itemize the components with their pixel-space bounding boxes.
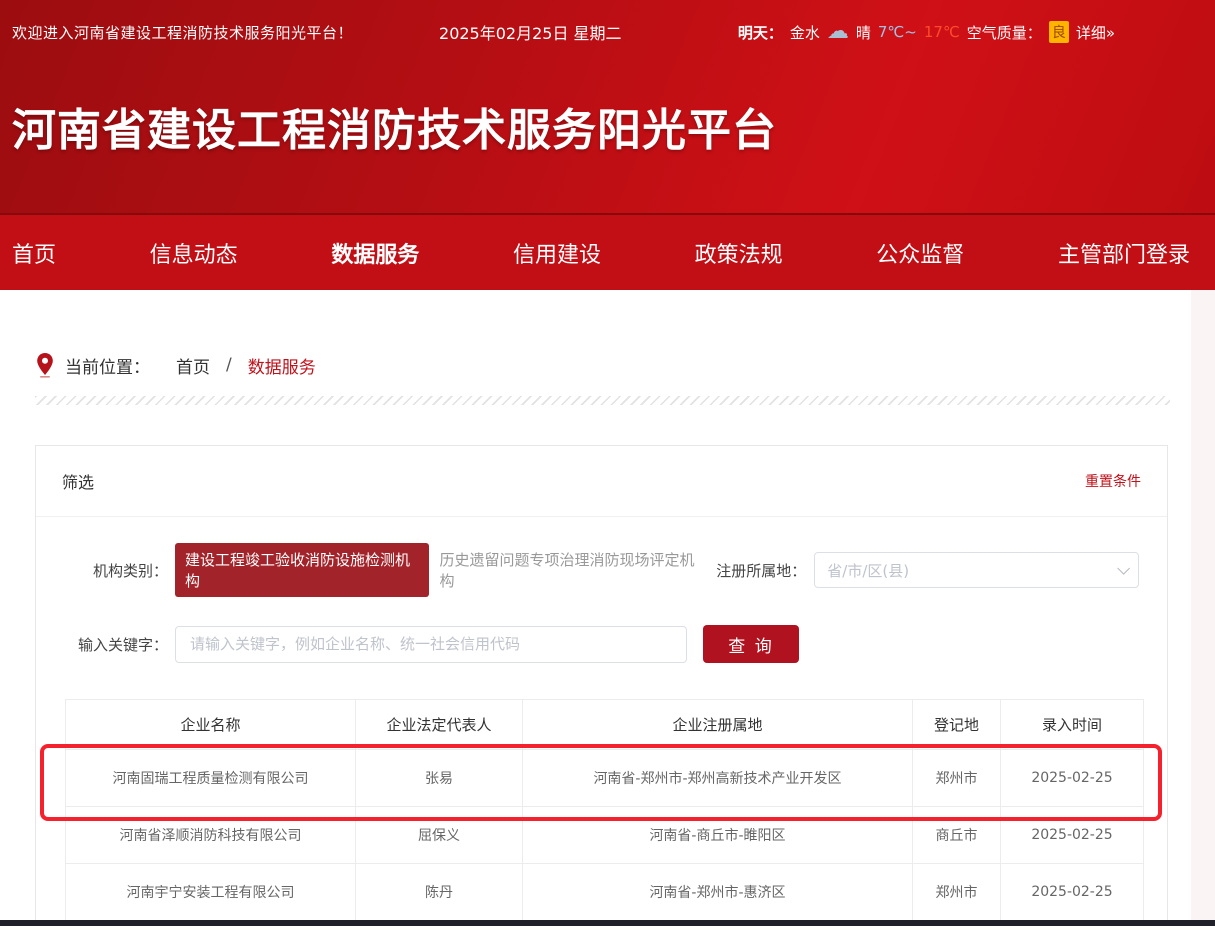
cell-entry-date: 2025-02-25 bbox=[1001, 864, 1144, 921]
cell-legal-rep: 张易 bbox=[356, 750, 523, 807]
air-quality-label: 空气质量： bbox=[967, 22, 1042, 43]
main-nav: 首页 信息动态 数据服务 信用建设 政策法规 公众监督 主管部门登录 bbox=[0, 213, 1215, 290]
nav-item-supervision[interactable]: 公众监督 bbox=[876, 237, 964, 269]
cell-entry-date: 2025-02-25 bbox=[1001, 807, 1144, 864]
weather-widget: 明天： 金水 ☁ 晴 7℃~ 17℃ 空气质量： 良 详细» bbox=[738, 21, 1115, 43]
air-quality-badge: 良 bbox=[1049, 21, 1069, 43]
weather-district: 金水 bbox=[790, 22, 820, 43]
column-header-company: 企业名称 bbox=[66, 700, 356, 750]
nav-item-news[interactable]: 信息动态 bbox=[150, 237, 238, 269]
temp-low: 7℃~ bbox=[878, 23, 917, 41]
table-row[interactable]: 河南省泽顺消防科技有限公司 屈保义 河南省-商丘市-睢阳区 商丘市 2025-0… bbox=[66, 807, 1144, 864]
bottom-edge-bar bbox=[0, 920, 1215, 926]
nav-item-home[interactable]: 首页 bbox=[12, 237, 56, 269]
cell-company: 河南宇宁安装工程有限公司 bbox=[66, 864, 356, 921]
region-select-placeholder: 省/市/区(县) bbox=[827, 560, 909, 581]
keyword-filter-row: 输入关键字： 查 询 bbox=[36, 625, 1167, 663]
location-pin-icon bbox=[35, 352, 55, 378]
main-content: 当前位置： 首页 / 数据服务 筛选 重置条件 机构类别： 建设工程竣工验收消防… bbox=[0, 290, 1215, 925]
breadcrumb: 当前位置： 首页 / 数据服务 bbox=[0, 290, 1215, 378]
cell-legal-rep: 陈丹 bbox=[356, 864, 523, 921]
table-row[interactable]: 河南固瑞工程质量检测有限公司 张易 河南省-郑州市-郑州高新技术产业开发区 郑州… bbox=[66, 750, 1144, 807]
cell-registered-location: 河南省-商丘市-睢阳区 bbox=[523, 807, 913, 864]
cell-company: 河南固瑞工程质量检测有限公司 bbox=[66, 750, 356, 807]
category-filter-row: 机构类别： 建设工程竣工验收消防设施检测机构 历史遗留问题专项治理消防现场评定机… bbox=[36, 543, 1167, 597]
cell-company: 河南省泽顺消防科技有限公司 bbox=[66, 807, 356, 864]
weather-detail-link[interactable]: 详细» bbox=[1076, 22, 1115, 43]
nav-item-data-service[interactable]: 数据服务 bbox=[331, 237, 419, 269]
reset-filters-link[interactable]: 重置条件 bbox=[1085, 471, 1141, 491]
category-option-unselected[interactable]: 历史遗留问题专项治理消防现场评定机构 bbox=[440, 549, 703, 591]
topbar: 欢迎进入河南省建设工程消防技术服务阳光平台！ 2025年02月25日 星期二 明… bbox=[0, 20, 1215, 44]
breadcrumb-home[interactable]: 首页 bbox=[176, 353, 210, 378]
page-title: 河南省建设工程消防技术服务阳光平台 bbox=[12, 94, 1215, 158]
category-option-selected[interactable]: 建设工程竣工验收消防设施检测机构 bbox=[175, 543, 429, 597]
cell-registry-city: 商丘市 bbox=[913, 807, 1001, 864]
filter-panel: 筛选 重置条件 机构类别： 建设工程竣工验收消防设施检测机构 历史遗留问题专项治… bbox=[35, 445, 1168, 925]
breadcrumb-current: 数据服务 bbox=[248, 353, 316, 378]
region-select[interactable]: 省/市/区(县) bbox=[814, 552, 1139, 588]
keyword-label: 输入关键字： bbox=[64, 634, 168, 655]
slash-divider bbox=[35, 396, 1170, 405]
nav-item-policy[interactable]: 政策法规 bbox=[695, 237, 783, 269]
table-header-row: 企业名称 企业法定代表人 企业注册属地 登记地 录入时间 bbox=[66, 700, 1144, 750]
results-table: 企业名称 企业法定代表人 企业注册属地 登记地 录入时间 河南固瑞工程质量检测有… bbox=[65, 699, 1144, 921]
weather-condition: 晴 bbox=[856, 22, 871, 43]
column-header-entry-date: 录入时间 bbox=[1001, 700, 1144, 750]
table-row[interactable]: 河南宇宁安装工程有限公司 陈丹 河南省-郑州市-惠济区 郑州市 2025-02-… bbox=[66, 864, 1144, 921]
nav-item-admin-login[interactable]: 主管部门登录 bbox=[1058, 237, 1190, 269]
column-header-registry-city: 登记地 bbox=[913, 700, 1001, 750]
breadcrumb-label: 当前位置： bbox=[65, 353, 150, 378]
scrollbar-track[interactable] bbox=[1191, 290, 1215, 920]
cell-registered-location: 河南省-郑州市-郑州高新技术产业开发区 bbox=[523, 750, 913, 807]
cell-entry-date: 2025-02-25 bbox=[1001, 750, 1144, 807]
search-button[interactable]: 查 询 bbox=[703, 625, 799, 663]
cloud-icon: ☁ bbox=[827, 21, 849, 43]
cell-registered-location: 河南省-郑州市-惠济区 bbox=[523, 864, 913, 921]
cell-registry-city: 郑州市 bbox=[913, 750, 1001, 807]
cell-registry-city: 郑州市 bbox=[913, 864, 1001, 921]
column-header-legal-rep: 企业法定代表人 bbox=[356, 700, 523, 750]
keyword-input[interactable] bbox=[175, 626, 687, 663]
breadcrumb-separator: / bbox=[226, 355, 232, 375]
column-header-registered-location: 企业注册属地 bbox=[523, 700, 913, 750]
nav-item-credit[interactable]: 信用建设 bbox=[513, 237, 601, 269]
region-label: 注册所属地： bbox=[702, 560, 806, 581]
temp-high: 17℃ bbox=[924, 23, 960, 41]
chevron-down-icon bbox=[1117, 562, 1130, 575]
weather-label: 明天： bbox=[738, 22, 783, 43]
welcome-text: 欢迎进入河南省建设工程消防技术服务阳光平台！ bbox=[12, 22, 353, 43]
cell-legal-rep: 屈保义 bbox=[356, 807, 523, 864]
filter-panel-header: 筛选 重置条件 bbox=[36, 446, 1167, 517]
category-label: 机构类别： bbox=[64, 560, 168, 581]
date-text: 2025年02月25日 星期二 bbox=[439, 20, 622, 44]
site-header: 欢迎进入河南省建设工程消防技术服务阳光平台！ 2025年02月25日 星期二 明… bbox=[0, 0, 1215, 213]
filter-title: 筛选 bbox=[62, 469, 94, 493]
